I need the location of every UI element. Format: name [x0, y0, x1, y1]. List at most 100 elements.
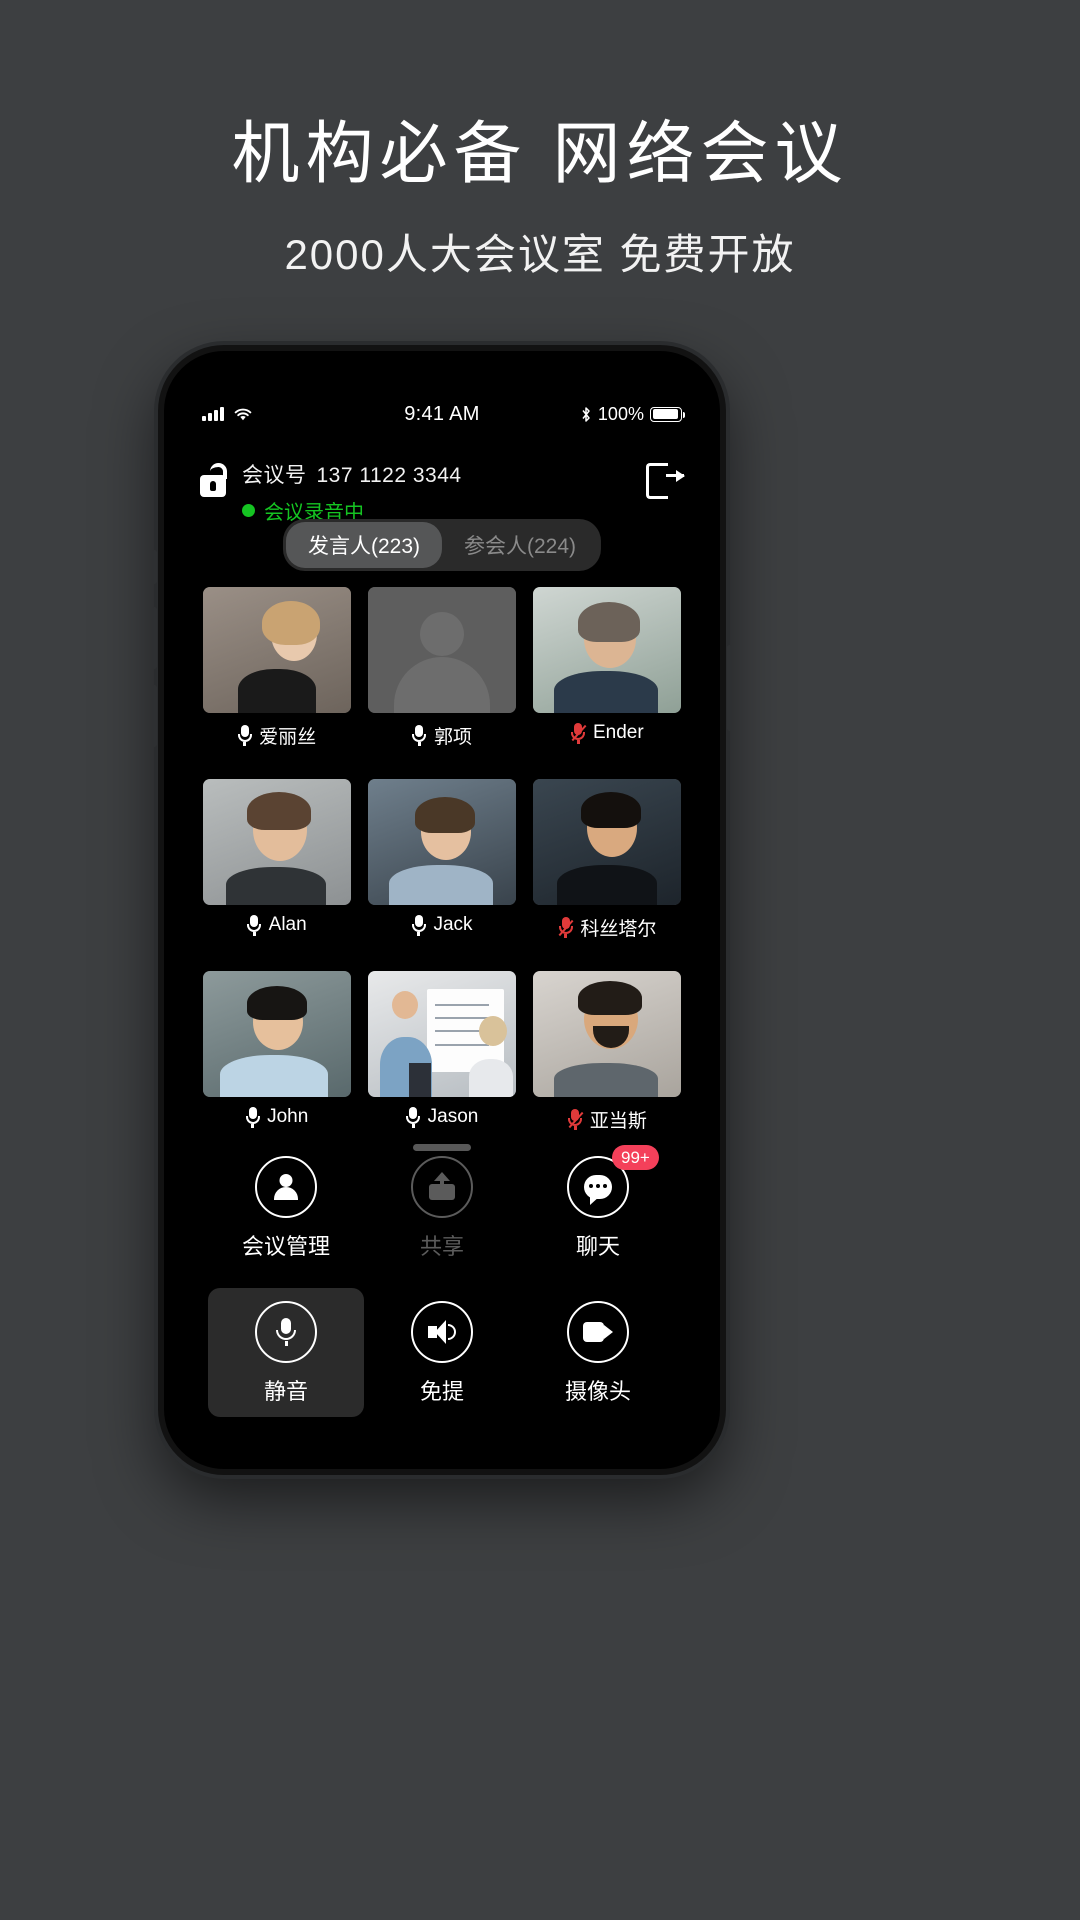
meeting-number-row: 会议号 137 1122 3344	[242, 459, 646, 489]
participant-avatar	[202, 587, 351, 713]
participant-video-thumb[interactable]	[367, 779, 516, 905]
control-share[interactable]: 共享	[364, 1143, 520, 1272]
microphone-muted-icon	[568, 1109, 583, 1130]
volume-button[interactable]	[152, 685, 157, 747]
participant-name: Jack	[433, 914, 473, 935]
participant-cell[interactable]: Jack	[359, 779, 524, 941]
participant-name: Alan	[268, 914, 307, 935]
participant-nametag: 爱丽丝	[237, 722, 316, 749]
speaker-icon	[411, 1301, 473, 1363]
battery-percent-label: 100%	[597, 403, 644, 424]
participant-nametag: Alan	[247, 914, 307, 936]
microphone-icon	[411, 914, 426, 936]
participant-name: 爱丽丝	[259, 727, 317, 748]
participant-cell[interactable]: Alan	[194, 779, 359, 941]
control-label: 静音	[263, 1379, 308, 1404]
participant-video-thumb[interactable]	[533, 587, 682, 713]
participant-video-thumb[interactable]	[367, 587, 516, 713]
microphone-icon	[412, 725, 427, 746]
chat-unread-badge: 99+	[612, 1145, 659, 1171]
meeting-header: 会议号 137 1122 3344 会议录音中	[164, 459, 720, 525]
status-bar-time: 9:41 AM	[404, 402, 480, 425]
control-chat[interactable]: 99+ 聊天	[520, 1143, 676, 1272]
phone-screen: 9:41 AM 100% 会议号 137 1122 3344 会议录音中 发言人…	[164, 351, 720, 1469]
power-button[interactable]	[727, 645, 732, 731]
status-bar: 9:41 AM 100%	[164, 399, 720, 429]
participant-name: 亚当斯	[589, 1111, 647, 1132]
participant-avatar	[533, 587, 682, 713]
participant-nametag: Jason	[406, 1106, 479, 1128]
participant-name: 郭项	[433, 727, 472, 748]
microphone-icon	[247, 914, 262, 936]
battery-icon	[649, 406, 685, 422]
tab-attendees[interactable]: 参会人(224)	[442, 522, 598, 568]
meeting-info: 会议号 137 1122 3344 会议录音中	[242, 459, 646, 525]
control-label: 聊天	[575, 1234, 620, 1259]
meeting-controls: 会议管理 共享 99+ 聊天 静音 免提 摄像头	[164, 1143, 720, 1417]
participant-video-thumb[interactable]	[533, 779, 682, 905]
participant-name: 科丝塔尔	[580, 919, 657, 940]
participant-nametag: Jack	[411, 914, 473, 936]
participant-cell[interactable]: Ender	[525, 587, 690, 749]
participant-nametag: John	[245, 1106, 308, 1128]
phone-mockup: 9:41 AM 100% 会议号 137 1122 3344 会议录音中 发言人…	[152, 345, 732, 1475]
participant-grid: 爱丽丝 郭项 Ender Alan Jack 科丝塔尔 John Jason 亚…	[164, 587, 720, 1133]
participant-nametag: Ender	[571, 722, 644, 744]
participant-avatar	[202, 971, 351, 1097]
promo-subtitle: 2000人大会议室 免费开放	[284, 231, 796, 278]
status-bar-right: 100%	[524, 403, 685, 425]
participant-video-thumb[interactable]	[202, 587, 351, 713]
control-camera[interactable]: 摄像头	[520, 1288, 676, 1417]
participant-avatar	[533, 971, 682, 1097]
participant-cell[interactable]: 郭项	[359, 587, 524, 749]
participant-video-thumb[interactable]	[202, 779, 351, 905]
microphone-icon	[406, 1106, 421, 1128]
status-bar-left	[202, 406, 360, 422]
participant-video-thumb[interactable]	[202, 971, 351, 1097]
control-label: 共享	[419, 1234, 464, 1259]
bluetooth-icon	[582, 406, 590, 422]
microphone-icon	[245, 1106, 260, 1128]
participant-video-thumb[interactable]	[367, 971, 516, 1097]
control-mute[interactable]: 静音	[208, 1288, 364, 1417]
tab-speakers[interactable]: 发言人(223)	[285, 522, 442, 568]
participant-tabs: 发言人(223) 参会人(224)	[282, 519, 602, 571]
unlocked-padlock-icon[interactable]	[198, 463, 228, 497]
microphone-muted-icon	[558, 917, 573, 938]
participant-name: Ender	[592, 722, 644, 743]
participant-cell[interactable]: 科丝塔尔	[525, 779, 690, 941]
participant-avatar	[533, 779, 682, 905]
control-speaker[interactable]: 免提	[364, 1288, 520, 1417]
control-label: 免提	[419, 1379, 464, 1404]
control-meeting-management[interactable]: 会议管理	[208, 1143, 364, 1272]
participant-name: Jason	[427, 1106, 479, 1127]
participant-cell[interactable]: 爱丽丝	[194, 587, 359, 749]
control-label: 摄像头	[564, 1379, 631, 1404]
microphone-icon	[255, 1301, 317, 1363]
participant-name: John	[267, 1106, 309, 1127]
meeting-number-label: 会议号	[242, 464, 307, 487]
control-label: 会议管理	[241, 1234, 330, 1259]
promo-block: 机构必备 网络会议 2000人大会议室 免费开放	[0, 0, 1080, 282]
meeting-management-icon	[255, 1156, 317, 1218]
participant-avatar	[367, 779, 516, 905]
camera-icon	[567, 1301, 629, 1363]
participant-nametag: 亚当斯	[568, 1106, 647, 1133]
meeting-number-value: 137 1122 3344	[316, 464, 462, 487]
cellular-bars-icon	[202, 407, 224, 421]
participant-avatar	[367, 971, 516, 1097]
participant-nametag: 科丝塔尔	[558, 914, 656, 941]
participant-avatar	[202, 779, 351, 905]
participant-cell[interactable]: 亚当斯	[525, 971, 690, 1133]
participant-cell[interactable]: John	[194, 971, 359, 1133]
recording-dot-icon	[242, 504, 255, 517]
share-icon	[411, 1156, 473, 1218]
promo-title: 机构必备 网络会议	[231, 116, 849, 192]
participant-video-thumb[interactable]	[533, 971, 682, 1097]
wifi-icon	[234, 408, 251, 421]
participant-avatar	[367, 587, 516, 713]
microphone-muted-icon	[571, 722, 586, 744]
participant-cell[interactable]: Jason	[359, 971, 524, 1133]
participant-nametag: 郭项	[412, 722, 472, 749]
leave-meeting-icon[interactable]	[646, 461, 686, 503]
